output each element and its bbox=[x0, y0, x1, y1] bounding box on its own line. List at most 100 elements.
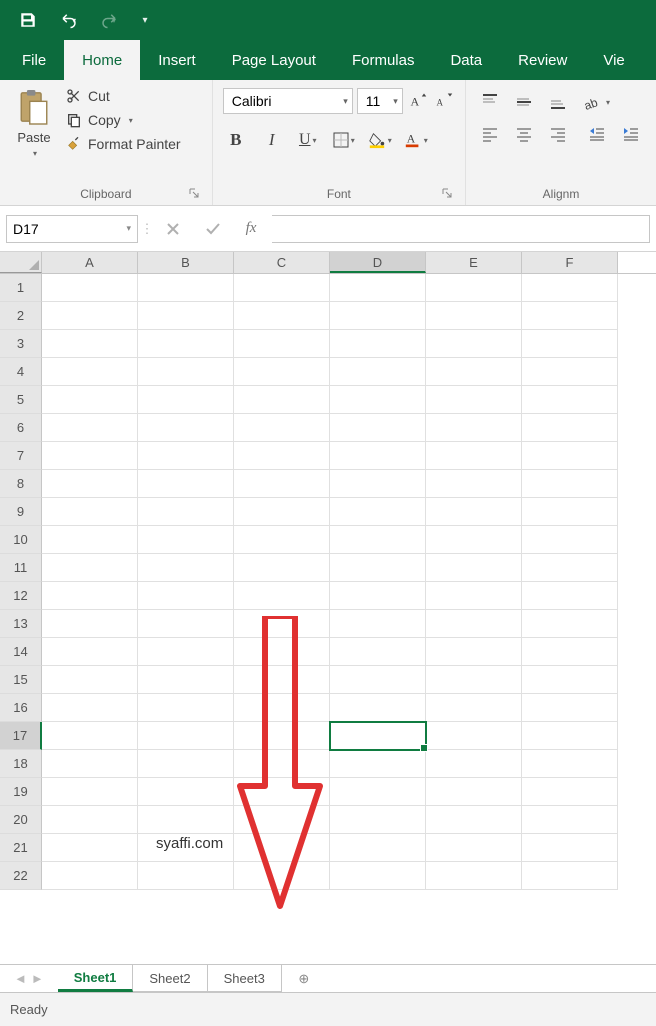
borders-button[interactable]: ▾ bbox=[331, 128, 357, 152]
cell[interactable] bbox=[234, 526, 330, 554]
cell[interactable] bbox=[138, 526, 234, 554]
worksheet-grid[interactable]: A B C D E F 1234567891011121314151617181… bbox=[0, 252, 656, 890]
cell[interactable] bbox=[330, 554, 426, 582]
cell[interactable] bbox=[522, 582, 618, 610]
cell[interactable] bbox=[138, 750, 234, 778]
cell[interactable] bbox=[234, 834, 330, 862]
cell[interactable] bbox=[330, 722, 426, 750]
undo-button[interactable]: ▾ bbox=[48, 0, 88, 40]
cell[interactable] bbox=[138, 358, 234, 386]
cell[interactable] bbox=[330, 638, 426, 666]
cell[interactable] bbox=[330, 386, 426, 414]
cell[interactable] bbox=[42, 750, 138, 778]
copy-button[interactable]: Copy ▾ bbox=[66, 112, 181, 128]
cut-button[interactable]: Cut bbox=[66, 88, 181, 104]
sheet-tab-1[interactable]: Sheet1 bbox=[58, 965, 134, 992]
cell[interactable] bbox=[522, 302, 618, 330]
cell[interactable] bbox=[234, 358, 330, 386]
cell[interactable] bbox=[138, 498, 234, 526]
cell[interactable] bbox=[330, 414, 426, 442]
cell[interactable] bbox=[330, 834, 426, 862]
cell[interactable] bbox=[522, 750, 618, 778]
cell[interactable] bbox=[234, 302, 330, 330]
cell[interactable] bbox=[426, 386, 522, 414]
cell[interactable] bbox=[426, 498, 522, 526]
cell[interactable] bbox=[330, 862, 426, 890]
cell[interactable] bbox=[234, 442, 330, 470]
col-header[interactable]: B bbox=[138, 252, 234, 273]
row-header[interactable]: 16 bbox=[0, 694, 42, 722]
row-header[interactable]: 9 bbox=[0, 498, 42, 526]
cell[interactable] bbox=[522, 778, 618, 806]
select-all-corner[interactable] bbox=[0, 252, 42, 273]
cell[interactable] bbox=[522, 358, 618, 386]
underline-button[interactable]: U▾ bbox=[295, 128, 321, 152]
paste-button[interactable]: Paste ▾ bbox=[10, 82, 58, 185]
cell[interactable] bbox=[234, 414, 330, 442]
cell[interactable] bbox=[42, 722, 138, 750]
sheet-nav[interactable]: ◄ ► bbox=[0, 965, 58, 992]
cell[interactable] bbox=[426, 666, 522, 694]
cell[interactable] bbox=[42, 554, 138, 582]
tab-page-layout[interactable]: Page Layout bbox=[214, 40, 334, 80]
cell[interactable] bbox=[234, 806, 330, 834]
row-header[interactable]: 19 bbox=[0, 778, 42, 806]
cell[interactable] bbox=[426, 554, 522, 582]
cell[interactable] bbox=[42, 470, 138, 498]
cell[interactable] bbox=[426, 470, 522, 498]
cell[interactable] bbox=[330, 806, 426, 834]
tab-formulas[interactable]: Formulas bbox=[334, 40, 433, 80]
cell[interactable] bbox=[522, 610, 618, 638]
cell[interactable] bbox=[234, 722, 330, 750]
font-size-combo[interactable]: 11 ▾ bbox=[357, 88, 403, 114]
cell[interactable] bbox=[42, 274, 138, 302]
redo-button[interactable]: ▾ bbox=[88, 0, 128, 40]
cell[interactable] bbox=[522, 330, 618, 358]
cell[interactable] bbox=[42, 358, 138, 386]
cell[interactable] bbox=[330, 526, 426, 554]
cell[interactable] bbox=[42, 498, 138, 526]
cell[interactable] bbox=[42, 638, 138, 666]
italic-button[interactable]: I bbox=[259, 128, 285, 152]
cell[interactable] bbox=[522, 554, 618, 582]
cell[interactable] bbox=[42, 610, 138, 638]
increase-indent-button[interactable] bbox=[616, 120, 646, 148]
font-name-combo[interactable]: Calibri ▾ bbox=[223, 88, 353, 114]
tab-insert[interactable]: Insert bbox=[140, 40, 214, 80]
cell[interactable] bbox=[330, 582, 426, 610]
fx-icon[interactable]: fx bbox=[236, 220, 266, 237]
cell[interactable] bbox=[426, 834, 522, 862]
cell[interactable] bbox=[42, 778, 138, 806]
col-header[interactable]: A bbox=[42, 252, 138, 273]
cell[interactable] bbox=[426, 750, 522, 778]
cell[interactable] bbox=[234, 778, 330, 806]
fill-color-button[interactable]: ▾ bbox=[367, 128, 393, 152]
cell[interactable] bbox=[522, 862, 618, 890]
cell[interactable] bbox=[522, 386, 618, 414]
row-header[interactable]: 10 bbox=[0, 526, 42, 554]
cell[interactable] bbox=[522, 722, 618, 750]
save-button[interactable] bbox=[8, 0, 48, 40]
row-header[interactable]: 20 bbox=[0, 806, 42, 834]
sheet-tab-3[interactable]: Sheet3 bbox=[208, 965, 282, 992]
cell[interactable] bbox=[234, 666, 330, 694]
cell[interactable] bbox=[330, 442, 426, 470]
cell[interactable] bbox=[522, 694, 618, 722]
cell[interactable] bbox=[42, 862, 138, 890]
row-header[interactable]: 12 bbox=[0, 582, 42, 610]
cell[interactable] bbox=[426, 442, 522, 470]
dialog-launcher-icon[interactable] bbox=[441, 187, 455, 201]
cell[interactable] bbox=[522, 806, 618, 834]
cell[interactable] bbox=[522, 498, 618, 526]
cell[interactable] bbox=[234, 470, 330, 498]
col-header[interactable]: F bbox=[522, 252, 618, 273]
cell[interactable] bbox=[522, 834, 618, 862]
cell[interactable] bbox=[330, 498, 426, 526]
row-header[interactable]: 8 bbox=[0, 470, 42, 498]
bold-button[interactable]: B bbox=[223, 128, 249, 152]
cell[interactable] bbox=[234, 554, 330, 582]
cell[interactable] bbox=[234, 694, 330, 722]
new-sheet-button[interactable]: ⊕ bbox=[282, 965, 326, 992]
cell[interactable] bbox=[138, 862, 234, 890]
decrease-font-button[interactable]: A bbox=[433, 89, 455, 113]
